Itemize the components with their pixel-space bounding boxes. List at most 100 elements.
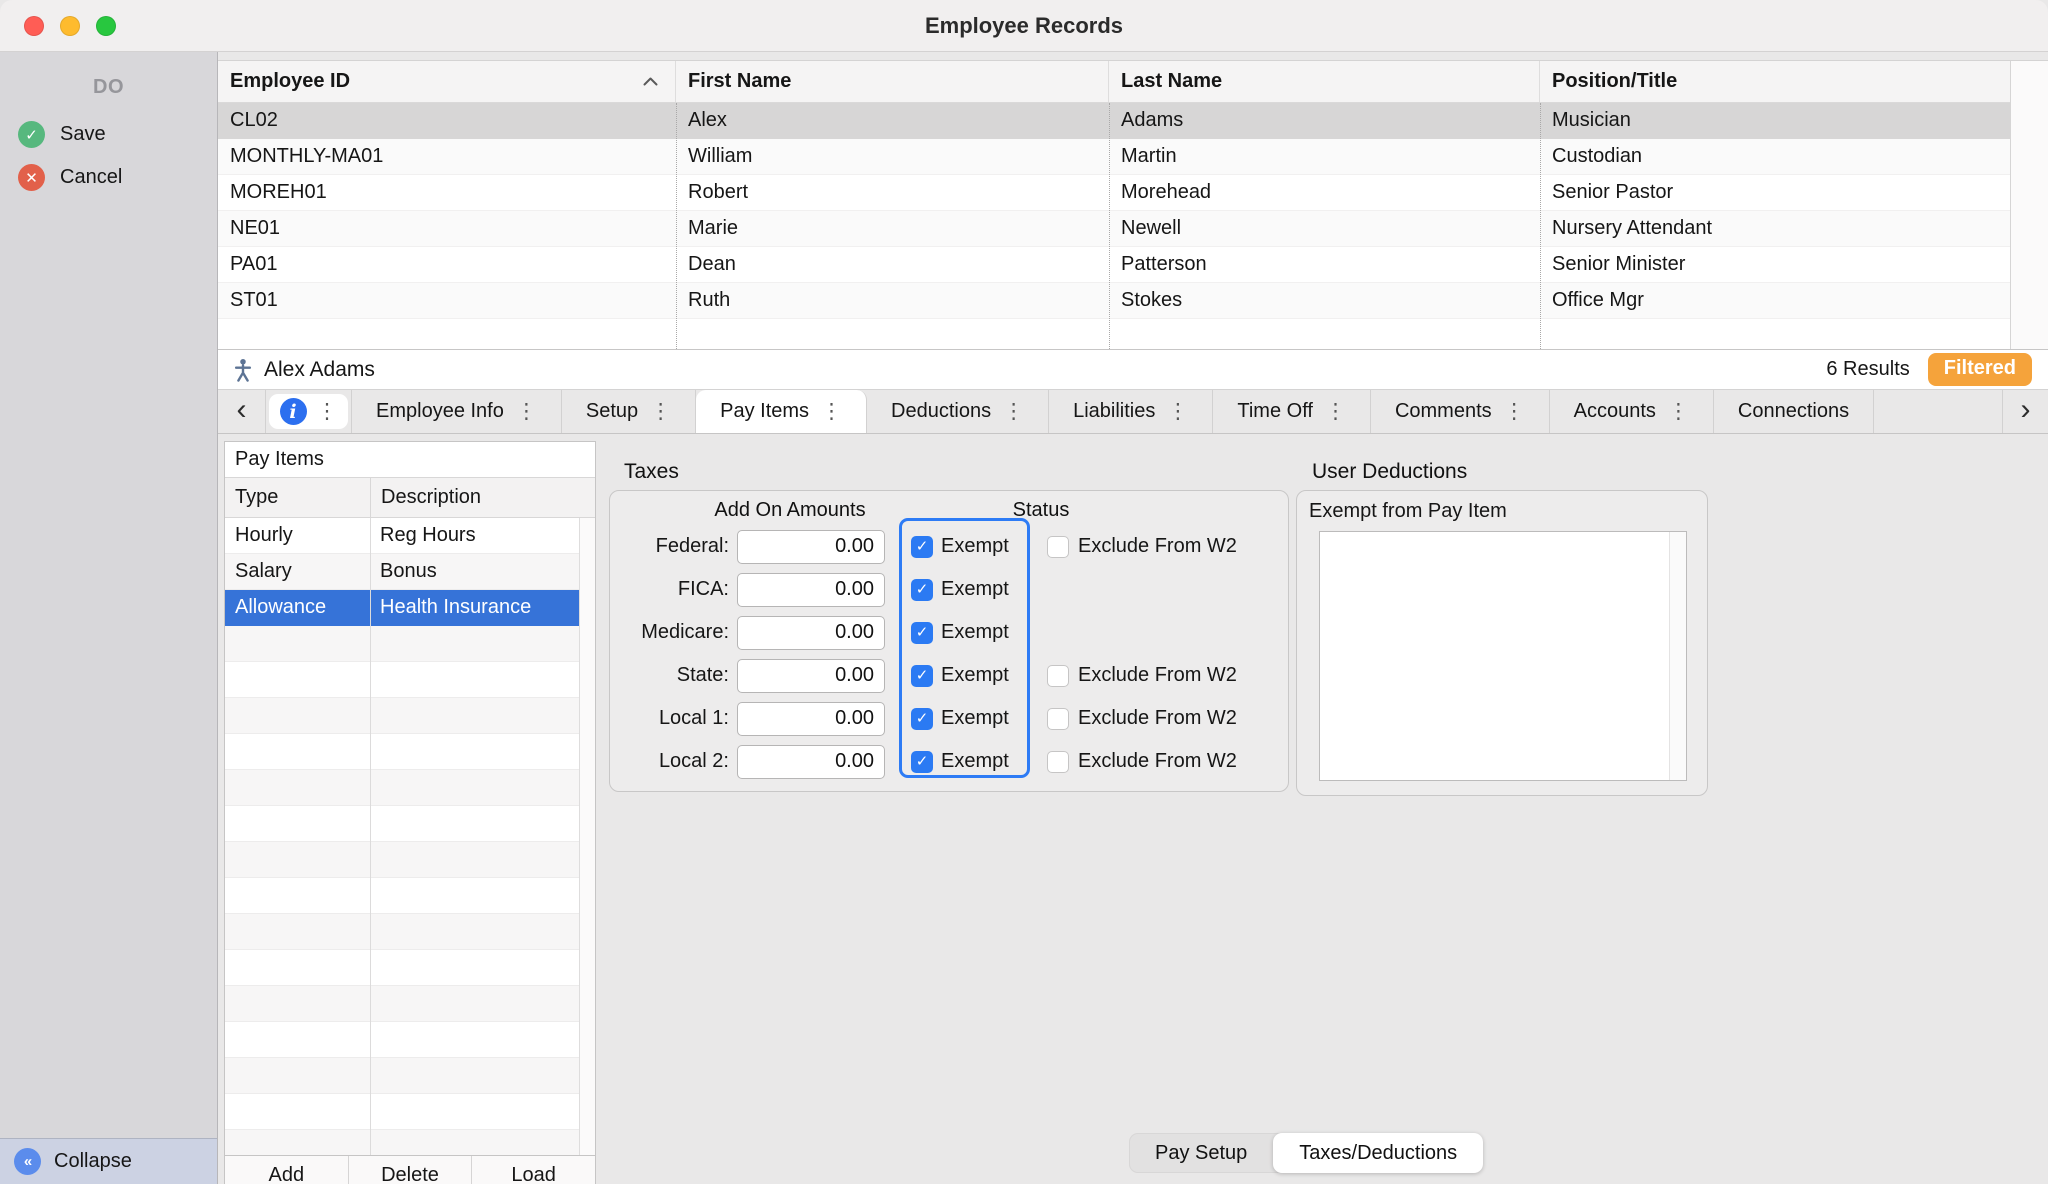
exempt-checkbox-group[interactable]: Exempt <box>911 611 1009 654</box>
pay-item-row-salary[interactable]: Salary Bonus <box>225 554 595 590</box>
exempt-checkbox-group[interactable]: Exempt <box>911 697 1009 740</box>
tabs-back-button[interactable]: ‹ <box>218 390 266 433</box>
employee-id-cell: PA01 <box>230 253 278 275</box>
bottom-tab-pay-setup[interactable]: Pay Setup <box>1129 1133 1273 1173</box>
empty-cell <box>225 842 370 877</box>
menu-dots-icon[interactable]: ⋮ <box>1504 399 1525 424</box>
add-on-amounts-header: Add On Amounts <box>714 499 866 521</box>
exclude-checkbox[interactable] <box>1047 535 1069 558</box>
tab-accounts[interactable]: Accounts ⋮ <box>1550 390 1714 433</box>
column-header-first-name[interactable]: First Name <box>676 61 1109 102</box>
menu-dots-icon[interactable]: ⋮ <box>1167 399 1188 424</box>
employee-row-moreh01[interactable]: MOREH01 Robert Morehead Senior Pastor <box>218 175 2048 211</box>
tab-pay-items[interactable]: Pay Items ⋮ <box>696 390 868 433</box>
tax-amount-input[interactable] <box>737 701 885 736</box>
first-name-cell: William <box>688 145 753 167</box>
exempt-label: Exempt <box>941 535 1009 557</box>
tab-employee-info[interactable]: Employee Info ⋮ <box>352 390 562 433</box>
pay-item-empty-row <box>225 806 595 842</box>
exempt-pay-item-list[interactable] <box>1319 531 1687 781</box>
employee-row-ne01[interactable]: NE01 Marie Newell Nursery Attendant <box>218 211 2048 247</box>
pay-items-scrollbar[interactable] <box>579 518 595 1155</box>
tax-amount-input[interactable] <box>737 615 885 650</box>
exempt-checkbox[interactable] <box>911 535 933 558</box>
position-cell: Musician <box>1552 109 1631 131</box>
tax-amount-input[interactable] <box>737 744 885 779</box>
exempt-checkbox[interactable] <box>911 707 933 730</box>
minimize-button[interactable] <box>60 15 80 36</box>
collapse-button[interactable]: « Collapse <box>0 1138 217 1184</box>
save-button[interactable]: ✓ Save <box>18 121 217 148</box>
exempt-checkbox-group[interactable]: Exempt <box>911 740 1009 783</box>
exempt-checkbox[interactable] <box>911 621 933 644</box>
employee-row-pa01[interactable]: PA01 Dean Patterson Senior Minister <box>218 247 2048 283</box>
load-button[interactable]: Load <box>472 1156 595 1184</box>
last-name-cell: Newell <box>1121 217 1182 239</box>
menu-dots-icon[interactable]: ⋮ <box>1668 399 1689 424</box>
tab-deductions[interactable]: Deductions ⋮ <box>867 390 1050 433</box>
tax-amount-input[interactable] <box>737 529 885 564</box>
tab-setup[interactable]: Setup ⋮ <box>562 390 697 433</box>
empty-cell <box>225 914 370 949</box>
exempt-checkbox-group[interactable]: Exempt <box>911 654 1009 697</box>
tax-amount-input[interactable] <box>737 658 885 693</box>
info-pill[interactable]: i ⋮ <box>269 394 348 429</box>
exclude-checkbox-group[interactable]: Exclude From W2 <box>1047 525 1237 568</box>
tab-label: Accounts <box>1573 400 1656 422</box>
exclude-checkbox-group[interactable]: Exclude From W2 <box>1047 697 1237 740</box>
tax-amount-input[interactable] <box>737 572 885 607</box>
menu-dots-icon[interactable]: ⋮ <box>650 399 671 424</box>
employee-table-scrollbar[interactable] <box>2010 61 2048 349</box>
column-header-description[interactable]: Description <box>370 478 595 517</box>
pay-item-empty-row <box>225 950 595 986</box>
delete-button[interactable]: Delete <box>349 1156 473 1184</box>
list-scrollbar-track[interactable] <box>1669 532 1686 780</box>
menu-dots-icon[interactable]: ⋮ <box>1325 399 1346 424</box>
tab-comments[interactable]: Comments ⋮ <box>1371 390 1550 433</box>
exclude-checkbox-group[interactable]: Exclude From W2 <box>1047 740 1237 783</box>
exclude-checkbox[interactable] <box>1047 707 1069 730</box>
menu-dots-icon[interactable]: ⋮ <box>317 399 338 424</box>
taxes-group-label: Taxes <box>624 460 679 483</box>
tab-liabilities[interactable]: Liabilities ⋮ <box>1049 390 1214 433</box>
employee-row-st01[interactable]: ST01 Ruth Stokes Office Mgr <box>218 283 2048 319</box>
tab-connections[interactable]: Connections <box>1714 390 1875 433</box>
exempt-checkbox[interactable] <box>911 664 933 687</box>
tabs-forward-button[interactable]: › <box>2002 390 2048 433</box>
column-header-last-name[interactable]: Last Name <box>1109 61 1540 102</box>
zoom-button[interactable] <box>96 15 116 36</box>
tab-bar: ‹ i ⋮ Employee Info ⋮ Setup ⋮ Pay Items ⋮ Dedu… <box>218 390 2048 434</box>
column-header-position[interactable]: Position/Title <box>1540 61 2048 102</box>
exclude-checkbox-group[interactable]: Exclude From W2 <box>1047 654 1237 697</box>
pay-item-row-hourly[interactable]: Hourly Reg Hours <box>225 518 595 554</box>
status-header: Status <box>1012 499 1070 521</box>
column-header-type[interactable]: Type <box>225 478 370 517</box>
menu-dots-icon[interactable]: ⋮ <box>1003 399 1024 424</box>
employee-row-monthly-ma01[interactable]: MONTHLY-MA01 William Martin Custodian <box>218 139 2048 175</box>
cancel-button[interactable]: ✕ Cancel <box>18 164 217 191</box>
bottom-tab-taxes-deductions[interactable]: Taxes/Deductions <box>1273 1133 1484 1173</box>
exempt-label: Exempt <box>941 578 1009 600</box>
exempt-checkbox-group[interactable]: Exempt <box>911 568 1009 611</box>
exempt-checkbox[interactable] <box>911 750 933 773</box>
tab-time-off[interactable]: Time Off ⋮ <box>1213 390 1371 433</box>
menu-dots-icon[interactable]: ⋮ <box>821 399 842 424</box>
filtered-badge[interactable]: Filtered <box>1927 353 2032 386</box>
last-name-cell: Patterson <box>1121 253 1207 275</box>
info-tab[interactable]: i ⋮ <box>266 390 352 433</box>
position-cell: Custodian <box>1552 145 1643 167</box>
exempt-checkbox-group[interactable]: Exempt <box>911 525 1009 568</box>
close-button[interactable] <box>24 15 44 36</box>
user-deductions-group-label: User Deductions <box>1312 460 1468 483</box>
exempt-checkbox[interactable] <box>911 578 933 601</box>
menu-dots-icon[interactable]: ⋮ <box>516 399 537 424</box>
exclude-checkbox[interactable] <box>1047 750 1069 773</box>
add-button[interactable]: Add <box>225 1156 349 1184</box>
traffic-lights <box>24 0 116 51</box>
employee-row-cl02[interactable]: CL02 Alex Adams Musician <box>218 103 2048 139</box>
tab-label: Pay Items <box>720 400 810 422</box>
exclude-checkbox[interactable] <box>1047 664 1069 687</box>
empty-cell <box>225 770 370 805</box>
pay-item-row-allowance[interactable]: Allowance Health Insurance <box>225 590 595 626</box>
column-header-employee-id[interactable]: Employee ID <box>218 61 676 102</box>
